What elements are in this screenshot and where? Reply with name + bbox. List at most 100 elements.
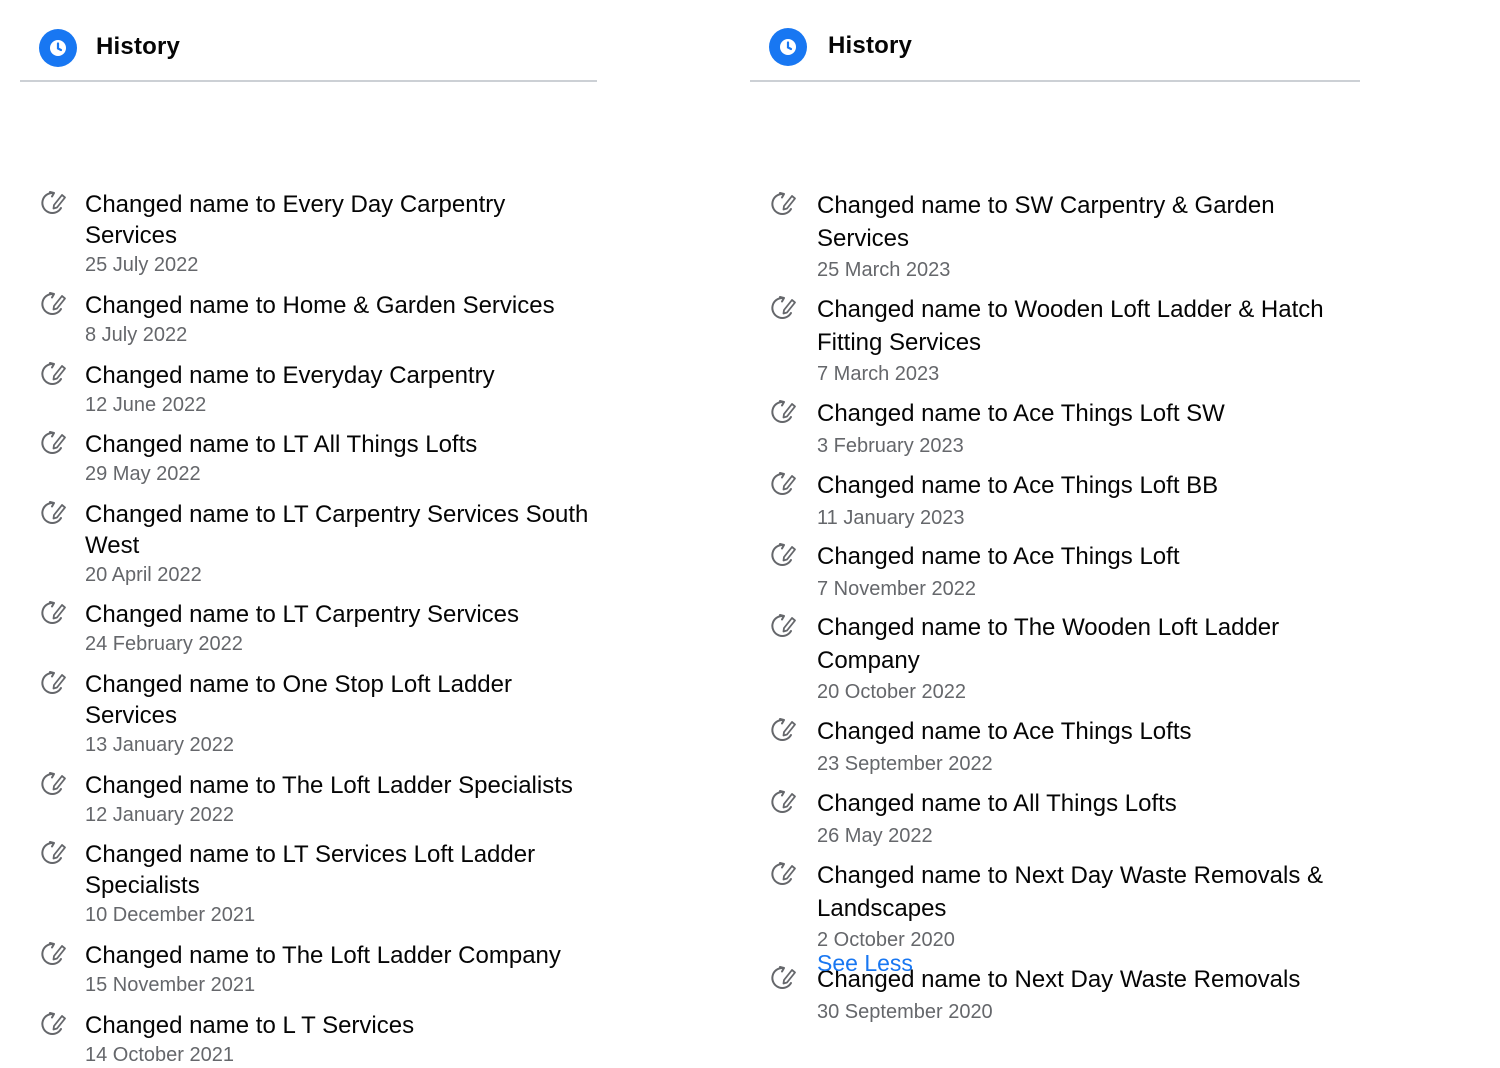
history-item-date: 8 July 2022: [85, 324, 188, 346]
history-item-text: Changed name to The Wooden Loft Ladder C…: [817, 612, 1347, 705]
history-item-prefix: Changed name to: [817, 614, 1015, 641]
history-item-prefix: Changed name to: [85, 292, 283, 319]
history-item-name: The Loft Ladder Specialists: [282, 772, 573, 799]
history-item-prefix: Changed name to: [85, 501, 283, 528]
history-item-name: Ace Things Loft SW: [1013, 400, 1225, 427]
history-item-prefix: Changed name to: [817, 192, 1015, 219]
edit-history-icon: [769, 612, 799, 640]
clock-icon: [39, 29, 77, 67]
history-header: History: [20, 0, 597, 82]
clock-icon: [769, 28, 807, 66]
edit-history-icon: [769, 190, 799, 218]
history-item-text: Changed name to Ace Things Loft SW 3 Febr…: [817, 398, 1347, 459]
see-less-link[interactable]: See Less: [817, 950, 913, 977]
edit-history-icon: [769, 964, 799, 992]
history-item-date: 26 May 2022: [817, 824, 933, 847]
history-item-text: Changed name to The Loft Ladder Company 1…: [85, 940, 595, 998]
history-item-prefix: Changed name to: [817, 400, 1014, 427]
history-item-text: Changed name to LT Carpentry Services 24 …: [85, 599, 595, 657]
history-item-date: 7 March 2023: [817, 363, 940, 385]
history-panel-right: History Changed name to SW Carpentry & G…: [750, 0, 1360, 1023]
history-item-title: Changed name to The Loft Ladder Speciali…: [85, 770, 595, 801]
history-header: History: [750, 0, 1360, 82]
history-item-prefix: Changed name to: [817, 472, 1014, 499]
history-item-date: 20 October 2022: [817, 681, 966, 703]
history-item-text: Changed name to The Loft Ladder Speciali…: [85, 770, 595, 828]
history-item-name: The Loft Ladder Company: [282, 942, 561, 969]
edit-history-icon: [39, 189, 69, 217]
history-item-date: 13 January 2022: [85, 734, 235, 756]
history-item-name: LT All Things Lofts: [282, 431, 478, 458]
history-item-title: Changed name to The Wooden Loft Ladder C…: [817, 612, 1347, 677]
history-item-text: Changed name to Everyday Carpentry 12 Jun…: [85, 360, 595, 418]
history-item-prefix: Changed name to: [85, 191, 283, 218]
history-item-text: Changed name to Ace Things Loft BB 11 Jan…: [817, 470, 1347, 531]
history-item-date: 20 April 2022: [85, 564, 202, 586]
history-item-title: Changed name to LT Carpentry Services: [85, 599, 595, 630]
history-item-title: Changed name to L T Services: [85, 1010, 595, 1041]
history-item-title: Changed name to Ace Things Lofts: [817, 716, 1347, 749]
history-panel-left: History Changed name to Every Day Carpen…: [20, 0, 597, 1066]
history-item-title: Changed name to The Loft Ladder Company: [85, 940, 595, 971]
history-item-prefix: Changed name to: [85, 841, 283, 868]
history-item-title: Changed name to One Stop Loft Ladder Ser…: [85, 669, 595, 731]
history-item-title: Changed name to LT Services Loft Ladder …: [85, 839, 595, 901]
history-item-title: Changed name to LT All Things Lofts: [85, 429, 595, 460]
history-item-prefix: Changed name to: [817, 296, 1015, 323]
history-item-prefix: Changed name to: [85, 671, 283, 698]
history-item-title: Changed name to Every Day Carpentry Serv…: [85, 189, 595, 251]
edit-history-icon: [39, 290, 69, 318]
history-item-date: 25 March 2023: [817, 259, 951, 281]
history-item-title: Changed name to Home & Garden Services: [85, 290, 595, 321]
history-item-prefix: Changed name to: [85, 601, 283, 628]
edit-history-icon: [769, 398, 799, 426]
history-item-prefix: Changed name to: [817, 543, 1014, 570]
edit-history-icon: [39, 599, 69, 627]
history-item-text: Changed name to All Things Lofts 26 May 2…: [817, 788, 1347, 849]
history-item-date: 7 November 2022: [817, 577, 976, 600]
history-item-title: Changed name to Ace Things Loft: [817, 541, 1347, 574]
history-item-prefix: Changed name to: [85, 1012, 283, 1039]
history-item-date: 29 May 2022: [85, 463, 201, 485]
history-item-prefix: Changed name to: [817, 790, 1014, 817]
edit-history-icon: [39, 940, 69, 968]
edit-history-icon: [769, 788, 799, 816]
history-item-text: Changed name to LT Services Loft Ladder …: [85, 839, 595, 928]
history-item-text: Changed name to LT Carpentry Services So…: [85, 499, 595, 588]
history-item-date: 11 January 2023: [817, 506, 965, 529]
history-item-date: 23 September 2022: [817, 752, 993, 775]
history-item-date: 10 December 2021: [85, 904, 256, 926]
edit-history-icon: [39, 1010, 69, 1038]
history-item-date: 14 October 2021: [85, 1044, 234, 1066]
edit-history-icon: [39, 429, 69, 457]
history-item-date: 3 February 2023: [817, 434, 964, 457]
history-item-name: LT Carpentry Services: [282, 601, 520, 628]
history-item-text: Changed name to SW Carpentry & Garden Se…: [817, 190, 1347, 283]
edit-history-icon: [39, 360, 69, 388]
history-item-date: 12 June 2022: [85, 394, 207, 416]
history-title: History: [96, 33, 181, 60]
history-item-date: 15 November 2021: [85, 974, 256, 996]
history-item-text: Changed name to Ace Things Lofts 23 Septe…: [817, 716, 1347, 777]
history-item-date: 24 February 2022: [85, 633, 243, 655]
history-item-title: Changed name to SW Carpentry & Garden Se…: [817, 190, 1347, 255]
history-title: History: [828, 32, 913, 59]
edit-history-icon: [769, 541, 799, 569]
history-item-title: Changed name to Next Day Waste Removals …: [817, 860, 1347, 925]
history-item-name: L T Services: [282, 1012, 415, 1039]
history-item-text: Changed name to Every Day Carpentry Serv…: [85, 189, 595, 278]
history-item-prefix: Changed name to: [817, 718, 1014, 745]
history-item-name: Ace Things Loft: [1013, 543, 1180, 570]
history-item-name: All Things Lofts: [1013, 790, 1177, 817]
history-item-prefix: Changed name to: [817, 862, 1015, 889]
history-item-prefix: Changed name to: [85, 942, 283, 969]
history-item-text: Changed name to Next Day Waste Removals …: [817, 860, 1347, 953]
history-item-title: Changed name to Wooden Loft Ladder & Hat…: [817, 294, 1347, 359]
history-item-name: Home & Garden Services: [282, 292, 555, 319]
history-item-name: Ace Things Loft BB: [1013, 472, 1219, 499]
history-item-prefix: Changed name to: [85, 362, 283, 389]
edit-history-icon: [769, 716, 799, 744]
edit-history-icon: [39, 499, 69, 527]
history-item-date: 30 September 2020: [817, 1000, 993, 1023]
edit-history-icon: [769, 294, 799, 322]
